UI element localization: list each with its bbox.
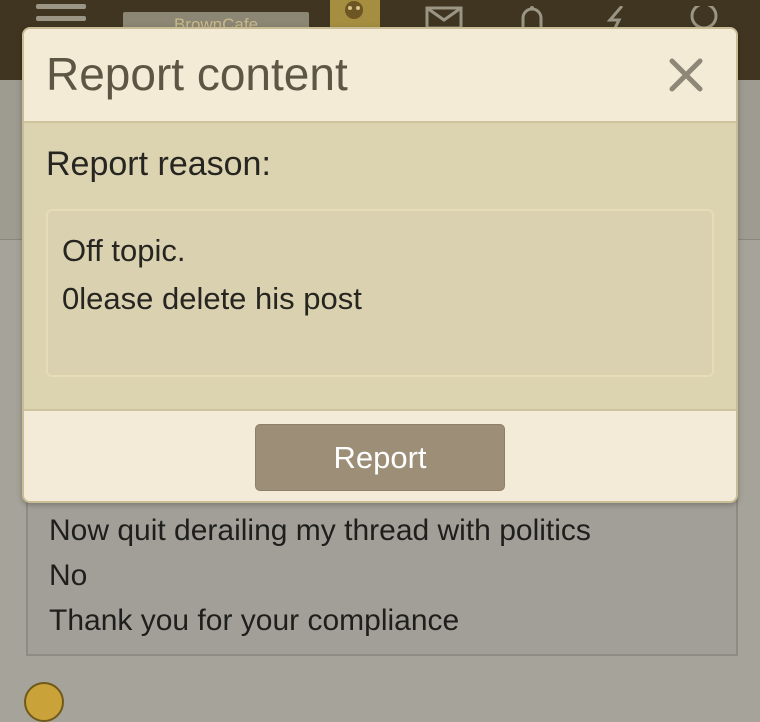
post-line: Now quit derailing my thread with politi… (49, 514, 591, 547)
mail-icon[interactable] (424, 6, 464, 28)
report-reason-label: Report reason: (46, 145, 271, 183)
dialog-body: Report reason: Off topic. 0lease delete … (24, 121, 736, 411)
dialog-header: Report content (24, 29, 736, 121)
report-button[interactable]: Report (255, 424, 505, 491)
dialog-title: Report content (46, 48, 348, 100)
close-button[interactable] (664, 53, 708, 97)
emoji-icon (24, 682, 64, 722)
post-line: No (49, 559, 88, 592)
report-content-dialog: Report content Report reason: Off topic.… (22, 27, 738, 503)
search-icon[interactable] (688, 6, 722, 28)
bell-icon[interactable] (515, 6, 549, 28)
report-reason-input[interactable]: Off topic. 0lease delete his post (46, 209, 714, 377)
post-line: Thank you for your compliance (49, 604, 460, 637)
menu-icon[interactable] (36, 4, 86, 33)
dialog-footer: Report (24, 411, 736, 501)
lightning-icon[interactable] (604, 6, 634, 28)
close-icon (669, 58, 703, 92)
